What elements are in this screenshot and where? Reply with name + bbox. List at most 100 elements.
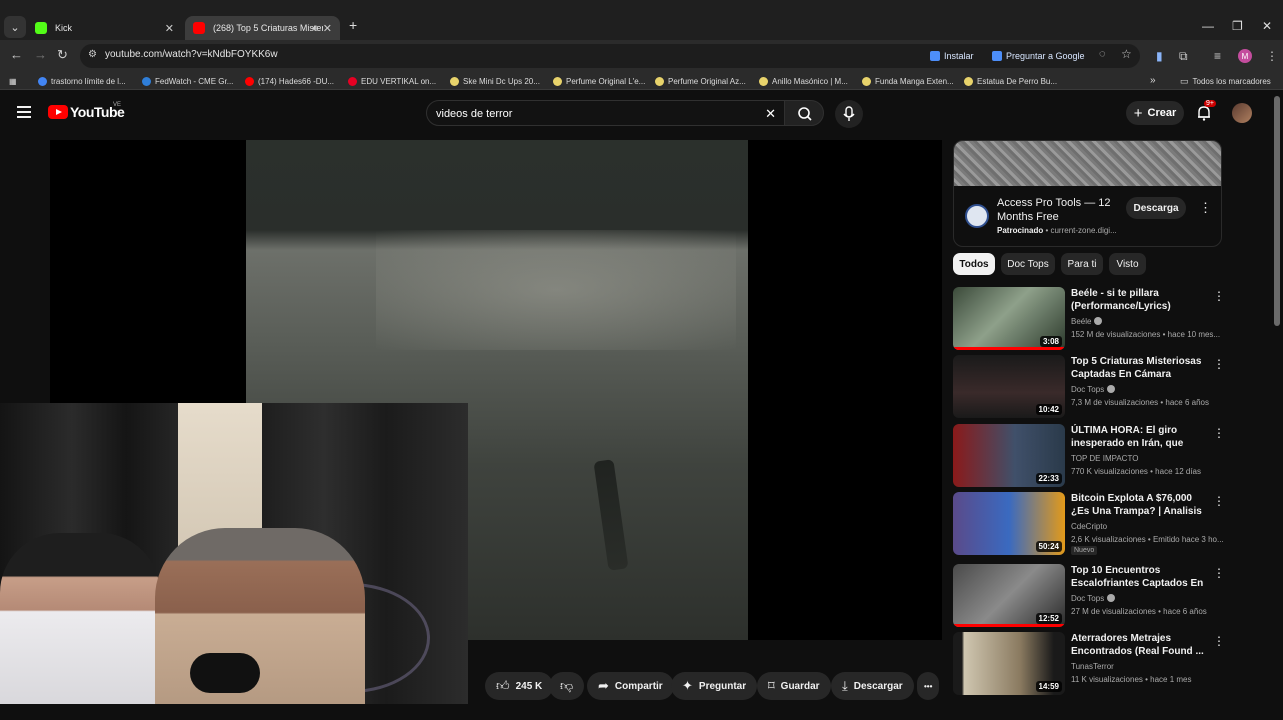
recommendation-item[interactable]: 50:24 Bitcoin Explota A $76,000 ¿Es Una T… (953, 492, 1225, 556)
dislike-button[interactable]: 👎︎ (549, 672, 585, 700)
notifications-button[interactable]: 9+ (1195, 100, 1216, 122)
channel-name[interactable]: TOP DE IMPACTO (1071, 454, 1138, 463)
maximize-icon[interactable]: ❐ (1232, 19, 1243, 33)
video-thumbnail[interactable]: 50:24 (953, 492, 1065, 555)
video-thumbnail[interactable]: 14:59 (953, 632, 1065, 695)
save-button[interactable]: ⌑ Guardar (757, 672, 831, 700)
channel-name-row[interactable]: Doc Tops (1071, 385, 1116, 394)
video-title[interactable]: Beéle - si te pillara (Performance/Lyric… (1071, 287, 1208, 313)
bookmark-item[interactable]: Ske Mini Dc Ups 20... (450, 75, 540, 87)
create-button[interactable]: + Crear (1126, 101, 1184, 125)
install-app-chip[interactable]: Instalar (930, 48, 974, 64)
ad-more-icon[interactable]: ⋮ (1199, 200, 1212, 216)
tab-kick[interactable]: Kick ✕ (27, 16, 182, 40)
tab-youtube-active[interactable]: (268) Top 5 Criaturas Misteri 🔊︎ ✕ (185, 16, 340, 40)
menu-hamburger-icon[interactable] (17, 106, 31, 118)
more-options-icon[interactable]: ⋮ (1213, 289, 1225, 303)
profile-avatar[interactable]: M (1238, 49, 1252, 63)
video-thumbnail[interactable]: 22:33 (953, 424, 1065, 487)
recommendation-item[interactable]: 12:52 Top 10 Encuentros Escalofriantes Ca… (953, 564, 1225, 628)
ask-google-chip[interactable]: Preguntar a Google (992, 48, 1085, 64)
more-options-icon[interactable]: ⋮ (1213, 566, 1225, 580)
browser-menu-icon[interactable]: ⋮ (1266, 49, 1278, 63)
recommendation-item[interactable]: 10:42 Top 5 Criaturas Misteriosas Captada… (953, 355, 1225, 419)
minimize-icon[interactable]: — (1202, 19, 1214, 33)
video-title[interactable]: Top 10 Encuentros Escalofriantes Captado… (1071, 564, 1208, 591)
video-thumbnail[interactable]: 3:08 (953, 287, 1065, 350)
channel-name[interactable]: TunasTerror (1071, 662, 1114, 671)
more-actions-button[interactable]: ••• (917, 672, 940, 700)
search-input[interactable]: videos de terror ✕ (426, 100, 786, 126)
chip-todos[interactable]: Todos (953, 253, 995, 275)
search-query[interactable]: videos de terror (436, 108, 512, 120)
extension-shield-icon[interactable]: ▮ (1156, 49, 1163, 63)
page-scrollbar[interactable] (1274, 96, 1280, 326)
ad-download-button[interactable]: Descarga (1126, 197, 1186, 219)
chip-visto[interactable]: Visto (1109, 253, 1146, 275)
close-window-icon[interactable]: ✕ (1262, 19, 1272, 33)
chip-para-ti[interactable]: Para ti (1061, 253, 1103, 275)
audio-playing-icon[interactable]: 🔊︎ (312, 23, 318, 34)
bookmark-item[interactable]: Perfume Original L'e... (553, 75, 645, 87)
like-button[interactable]: 👍︎ 245 K (485, 672, 554, 700)
recommendation-item[interactable]: 3:08 Beéle - si te pillara (Performance/L… (953, 287, 1225, 351)
bookmark-item[interactable]: Estatua De Perro Bu... (964, 75, 1057, 87)
channel-name[interactable]: CdeCripto (1071, 522, 1107, 531)
download-button[interactable]: ⤓ Descargar (831, 672, 914, 700)
ad-banner-image[interactable] (954, 141, 1221, 186)
video-thumbnail[interactable]: 10:42 (953, 355, 1065, 418)
video-title[interactable]: Top 5 Criaturas Misteriosas Captadas En … (1071, 355, 1208, 381)
back-icon[interactable]: ← (10, 47, 23, 62)
voice-search-button[interactable] (835, 100, 863, 128)
bookmarks-overflow-button[interactable]: » (1150, 74, 1156, 86)
bookmark-item[interactable]: Funda Manga Exten... (862, 75, 954, 87)
eye-off-icon[interactable]: ◌ (1099, 48, 1106, 60)
url-text[interactable]: youtube.com/watch?v=kNdbFOYKK6w (105, 49, 278, 60)
forward-icon[interactable]: → (34, 47, 47, 62)
chip-doc-tops[interactable]: Doc Tops (1001, 253, 1055, 275)
channel-name[interactable]: Doc Tops (1071, 385, 1104, 394)
share-button[interactable]: ➦ Compartir (587, 672, 674, 700)
tab-search-chevron-icon[interactable]: ⌄ (4, 16, 26, 38)
clear-search-icon[interactable]: ✕ (765, 106, 776, 122)
channel-name-row[interactable]: Doc Tops (1071, 594, 1116, 603)
site-info-icon[interactable]: ⚙ (88, 49, 97, 60)
video-title[interactable]: Bitcoin Explota A $76,000 ¿Es Una Trampa… (1071, 492, 1208, 519)
all-bookmarks-folder[interactable]: ▭ Todos los marcadores (1180, 75, 1271, 87)
media-control-icon[interactable]: ≡ (1214, 49, 1221, 63)
more-options-icon[interactable]: ⋮ (1213, 634, 1225, 648)
ask-button[interactable]: ✦ Preguntar (671, 672, 758, 700)
tab-close-icon[interactable]: ✕ (323, 22, 332, 35)
video-title[interactable]: Aterradores Metrajes Encontrados (Real F… (1071, 632, 1208, 658)
reload-icon[interactable]: ↻ (57, 47, 68, 63)
tab-close-icon[interactable]: ✕ (165, 22, 174, 35)
more-options-icon[interactable]: ⋮ (1213, 357, 1225, 371)
video-thumbnail[interactable]: 12:52 (953, 564, 1065, 627)
channel-name-row[interactable]: CdeCripto (1071, 522, 1107, 531)
video-title[interactable]: ÚLTIMA HORA: El giro inesperado en Irán,… (1071, 424, 1208, 451)
new-tab-button[interactable]: + (349, 17, 357, 33)
bookmark-star-icon[interactable]: ☆ (1121, 47, 1132, 61)
extensions-puzzle-icon[interactable]: ⧉ (1179, 49, 1188, 64)
channel-name[interactable]: Beéle (1071, 317, 1091, 326)
ad-title[interactable]: Access Pro Tools — 12 Months Free (997, 196, 1122, 224)
apps-grid-icon[interactable]: ▦ (9, 75, 17, 87)
bookmark-item[interactable]: Perfume Original Az... (655, 75, 746, 87)
bookmark-item[interactable]: EDU VERTIKAL on... (348, 75, 436, 87)
recommendation-item[interactable]: 14:59 Aterradores Metrajes Encontrados (R… (953, 632, 1225, 696)
bookmark-item[interactable]: FedWatch - CME Gr... (142, 75, 233, 87)
bookmark-item[interactable]: Anillo Masónico | M... (759, 75, 848, 87)
youtube-logo-icon[interactable] (48, 105, 68, 119)
bookmark-item[interactable]: trastorno límite de l... (38, 75, 126, 87)
search-button[interactable] (784, 100, 824, 126)
recommendation-item[interactable]: 22:33 ÚLTIMA HORA: El giro inesperado en … (953, 424, 1225, 488)
more-options-icon[interactable]: ⋮ (1213, 426, 1225, 440)
more-options-icon[interactable]: ⋮ (1213, 494, 1225, 508)
sponsored-ad[interactable]: Access Pro Tools — 12 Months Free Patroc… (953, 140, 1222, 247)
address-bar[interactable]: ⚙ youtube.com/watch?v=kNdbFOYKK6w Instal… (80, 44, 1140, 68)
channel-name-row[interactable]: TunasTerror (1071, 662, 1114, 671)
bookmark-item[interactable]: (174) Hades66 -DU... (245, 75, 334, 87)
channel-name-row[interactable]: Beéle (1071, 317, 1103, 326)
channel-name[interactable]: Doc Tops (1071, 594, 1104, 603)
account-avatar[interactable] (1232, 103, 1252, 123)
